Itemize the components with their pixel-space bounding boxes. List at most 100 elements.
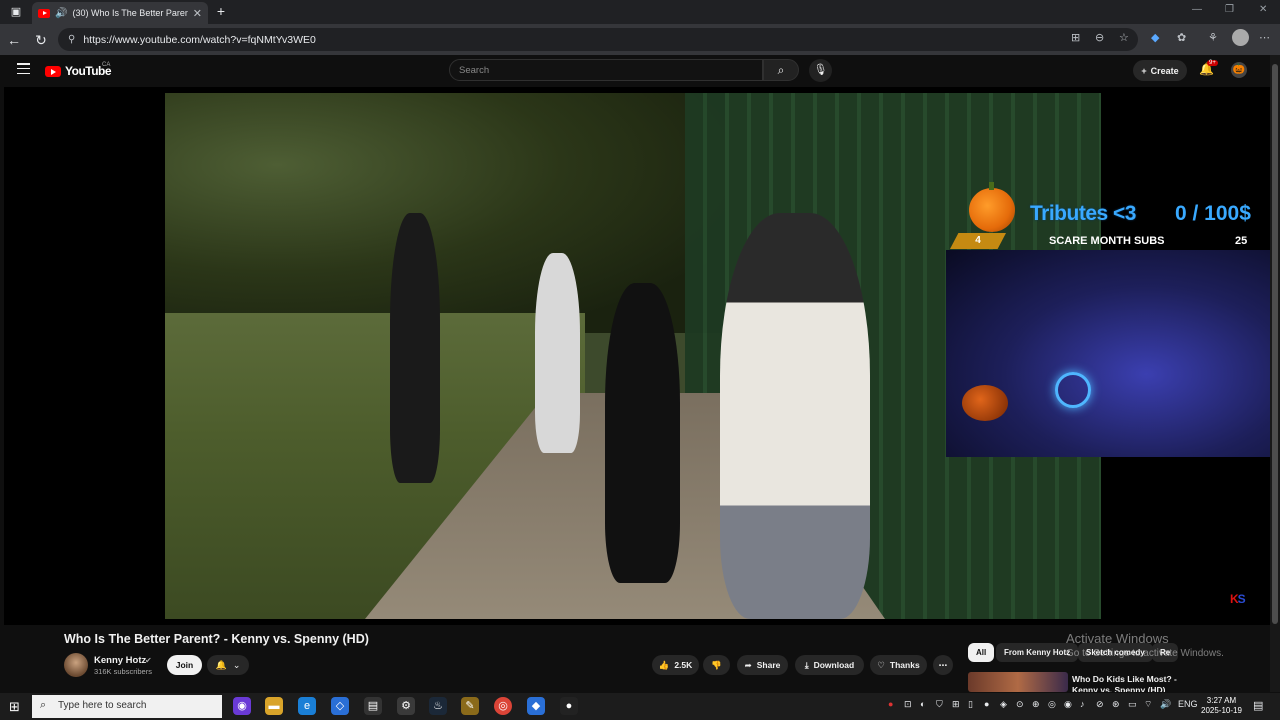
profile-avatar-icon[interactable] (1232, 29, 1249, 46)
share-button[interactable]: ➦ Share (737, 655, 788, 675)
tray-icon[interactable]: ⊛ (1112, 699, 1120, 710)
create-label: Create (1150, 65, 1179, 76)
plus-icon: + (1141, 65, 1147, 76)
video-person (390, 213, 440, 483)
terminal-icon[interactable]: ▤ (364, 697, 382, 715)
taskbar-search-icon: ⌕ (40, 699, 47, 711)
thanks-icon: ♡ (877, 659, 885, 670)
overlay-title: Tributes <3 (1030, 202, 1136, 225)
tab-actions-icon[interactable]: ▣ (6, 2, 26, 22)
back-icon[interactable]: ← (4, 30, 24, 50)
speaker-icon[interactable]: 🔊 (55, 8, 67, 19)
dislike-button[interactable]: 👎 (703, 655, 730, 675)
system-clock[interactable]: 3:27 AM 2025-10-19 (1201, 696, 1242, 716)
close-window-icon[interactable]: ✕ (1259, 4, 1267, 15)
video-title: Who Is The Better Parent? - Kenny vs. Sp… (64, 632, 369, 646)
activate-windows-title: Activate Windows (1066, 631, 1169, 646)
webcam-pumpkin (962, 385, 1008, 421)
tray-icon[interactable]: ⊞ (952, 699, 960, 710)
chrome-icon[interactable]: ◎ (494, 697, 512, 715)
voice-search-button[interactable]: 🎙 (809, 59, 832, 82)
youtube-logo-icon (45, 65, 61, 77)
tray-icon[interactable]: ▯ (968, 699, 973, 710)
recommended-thumbnail[interactable] (968, 672, 1068, 692)
address-bar[interactable]: ⚲ https://www.youtube.com/watch?v=fqNMtY… (58, 28, 1138, 51)
edge-browser-icon[interactable]: e (298, 697, 316, 715)
tray-icon[interactable]: ⊕ (1032, 699, 1040, 710)
taskbar-search-input[interactable]: Type here to search (32, 695, 222, 718)
tray-shield-icon[interactable]: ⛉ (936, 699, 943, 710)
app-icon-blue[interactable]: ◇ (331, 697, 349, 715)
tray-icon[interactable]: ♪ (1080, 699, 1085, 709)
network-icon[interactable]: ⌔ (1144, 699, 1152, 710)
recommended-title[interactable]: Who Do Kids Like Most? - Kenny vs. Spenn… (1072, 674, 1202, 692)
windows-start-icon[interactable]: ⊞ (9, 699, 20, 715)
extension-icon[interactable]: ◆ (1151, 31, 1159, 44)
collections-icon[interactable]: ⚘ (1208, 31, 1218, 44)
browser-tab-active[interactable]: 🔊 (30) Who Is The Better Parent ✕ (32, 2, 208, 24)
tray-icon[interactable]: ◉ (1064, 699, 1072, 710)
zoom-icon[interactable]: ⊖ (1095, 31, 1104, 44)
search-input[interactable]: Search (449, 59, 763, 81)
tray-icon[interactable]: ⊙ (1016, 699, 1024, 710)
microphone-icon: 🎙 (813, 64, 828, 76)
tray-icon[interactable]: ◎ (1048, 699, 1056, 710)
site-info-icon[interactable]: ⚲ (68, 34, 75, 45)
close-tab-icon[interactable]: ✕ (193, 7, 202, 20)
overlay-sub-count: 25 (1235, 235, 1248, 247)
tray-icon[interactable]: ◐ (920, 699, 925, 709)
clock-time: 3:27 AM (1206, 696, 1237, 705)
webcam-lamp (1055, 372, 1091, 408)
language-indicator[interactable]: ENG (1178, 699, 1198, 709)
app-available-icon[interactable]: ⊞ (1071, 31, 1080, 44)
minimize-icon[interactable]: — (1192, 4, 1202, 15)
create-button[interactable]: + Create (1133, 60, 1187, 81)
hamburger-menu-icon[interactable] (17, 63, 30, 74)
subscriber-count: 316K subscribers (94, 667, 152, 676)
settings-gear-icon[interactable]: ⚙ (397, 697, 415, 715)
pumpkin-icon (969, 182, 1015, 232)
new-tab-icon[interactable]: + (211, 1, 231, 21)
volume-icon[interactable]: 🔊 (1160, 699, 1171, 710)
notes-app-icon[interactable]: ✎ (461, 697, 479, 715)
refresh-icon[interactable]: ↻ (31, 30, 51, 50)
tray-icon[interactable]: ● (984, 699, 989, 709)
file-explorer-icon[interactable]: ▬ (265, 697, 283, 715)
tab-title: (30) Who Is The Better Parent (72, 8, 188, 18)
more-actions-button[interactable]: ⋯ (933, 655, 953, 675)
download-label: Download (813, 660, 855, 670)
notification-center-icon[interactable]: ▤ (1253, 699, 1263, 712)
search-button[interactable]: ⌕ (763, 59, 799, 81)
thanks-label: Thanks (889, 660, 920, 670)
channel-name[interactable]: Kenny Hotz (94, 655, 146, 666)
video-person (605, 283, 680, 583)
copilot-icon[interactable]: ◉ (233, 697, 251, 715)
app-icon-dark[interactable]: ● (560, 697, 578, 715)
favorite-star-icon[interactable]: ☆ (1119, 31, 1129, 44)
thanks-button[interactable]: ♡ Thanks (870, 655, 927, 675)
tray-record-icon[interactable]: ● (888, 699, 893, 709)
tray-icon[interactable]: ▭ (1128, 699, 1137, 710)
activate-windows-subtitle: Go to Settings to activate Windows. (1066, 648, 1224, 659)
steam-icon[interactable]: ♨ (429, 697, 447, 715)
youtube-header: YouTube CA Search ⌕ 🎙 + Create 🔔 9+ 🎃 (0, 55, 1270, 87)
verified-icon: ✔ (145, 656, 152, 665)
tray-icon[interactable]: ⊡ (904, 699, 912, 710)
app-icon-diamond[interactable]: ◆ (527, 697, 545, 715)
browser-toolbar: ← ↻ ⚲ https://www.youtube.com/watch?v=fq… (0, 24, 1280, 55)
join-button[interactable]: Join (167, 655, 202, 675)
account-avatar[interactable]: 🎃 (1231, 62, 1247, 78)
video-person (535, 253, 580, 453)
more-menu-icon[interactable]: ⋯ (1259, 31, 1270, 44)
youtube-favicon-icon (38, 8, 50, 18)
download-button[interactable]: ⤓ Download (795, 655, 864, 675)
tray-icon[interactable]: ⊘ (1096, 699, 1104, 710)
chip-all[interactable]: All (968, 643, 995, 662)
extensions-puzzle-icon[interactable]: ✿ (1177, 31, 1186, 44)
channel-avatar[interactable] (64, 653, 88, 677)
like-button[interactable]: 👍 2.5K (652, 655, 699, 675)
scrollbar-thumb[interactable] (1272, 64, 1278, 624)
subscription-notifications-button[interactable]: 🔔 ⌄ (207, 655, 249, 675)
maximize-icon[interactable]: ❐ (1225, 4, 1234, 15)
tray-icon[interactable]: ◈ (1000, 699, 1007, 710)
